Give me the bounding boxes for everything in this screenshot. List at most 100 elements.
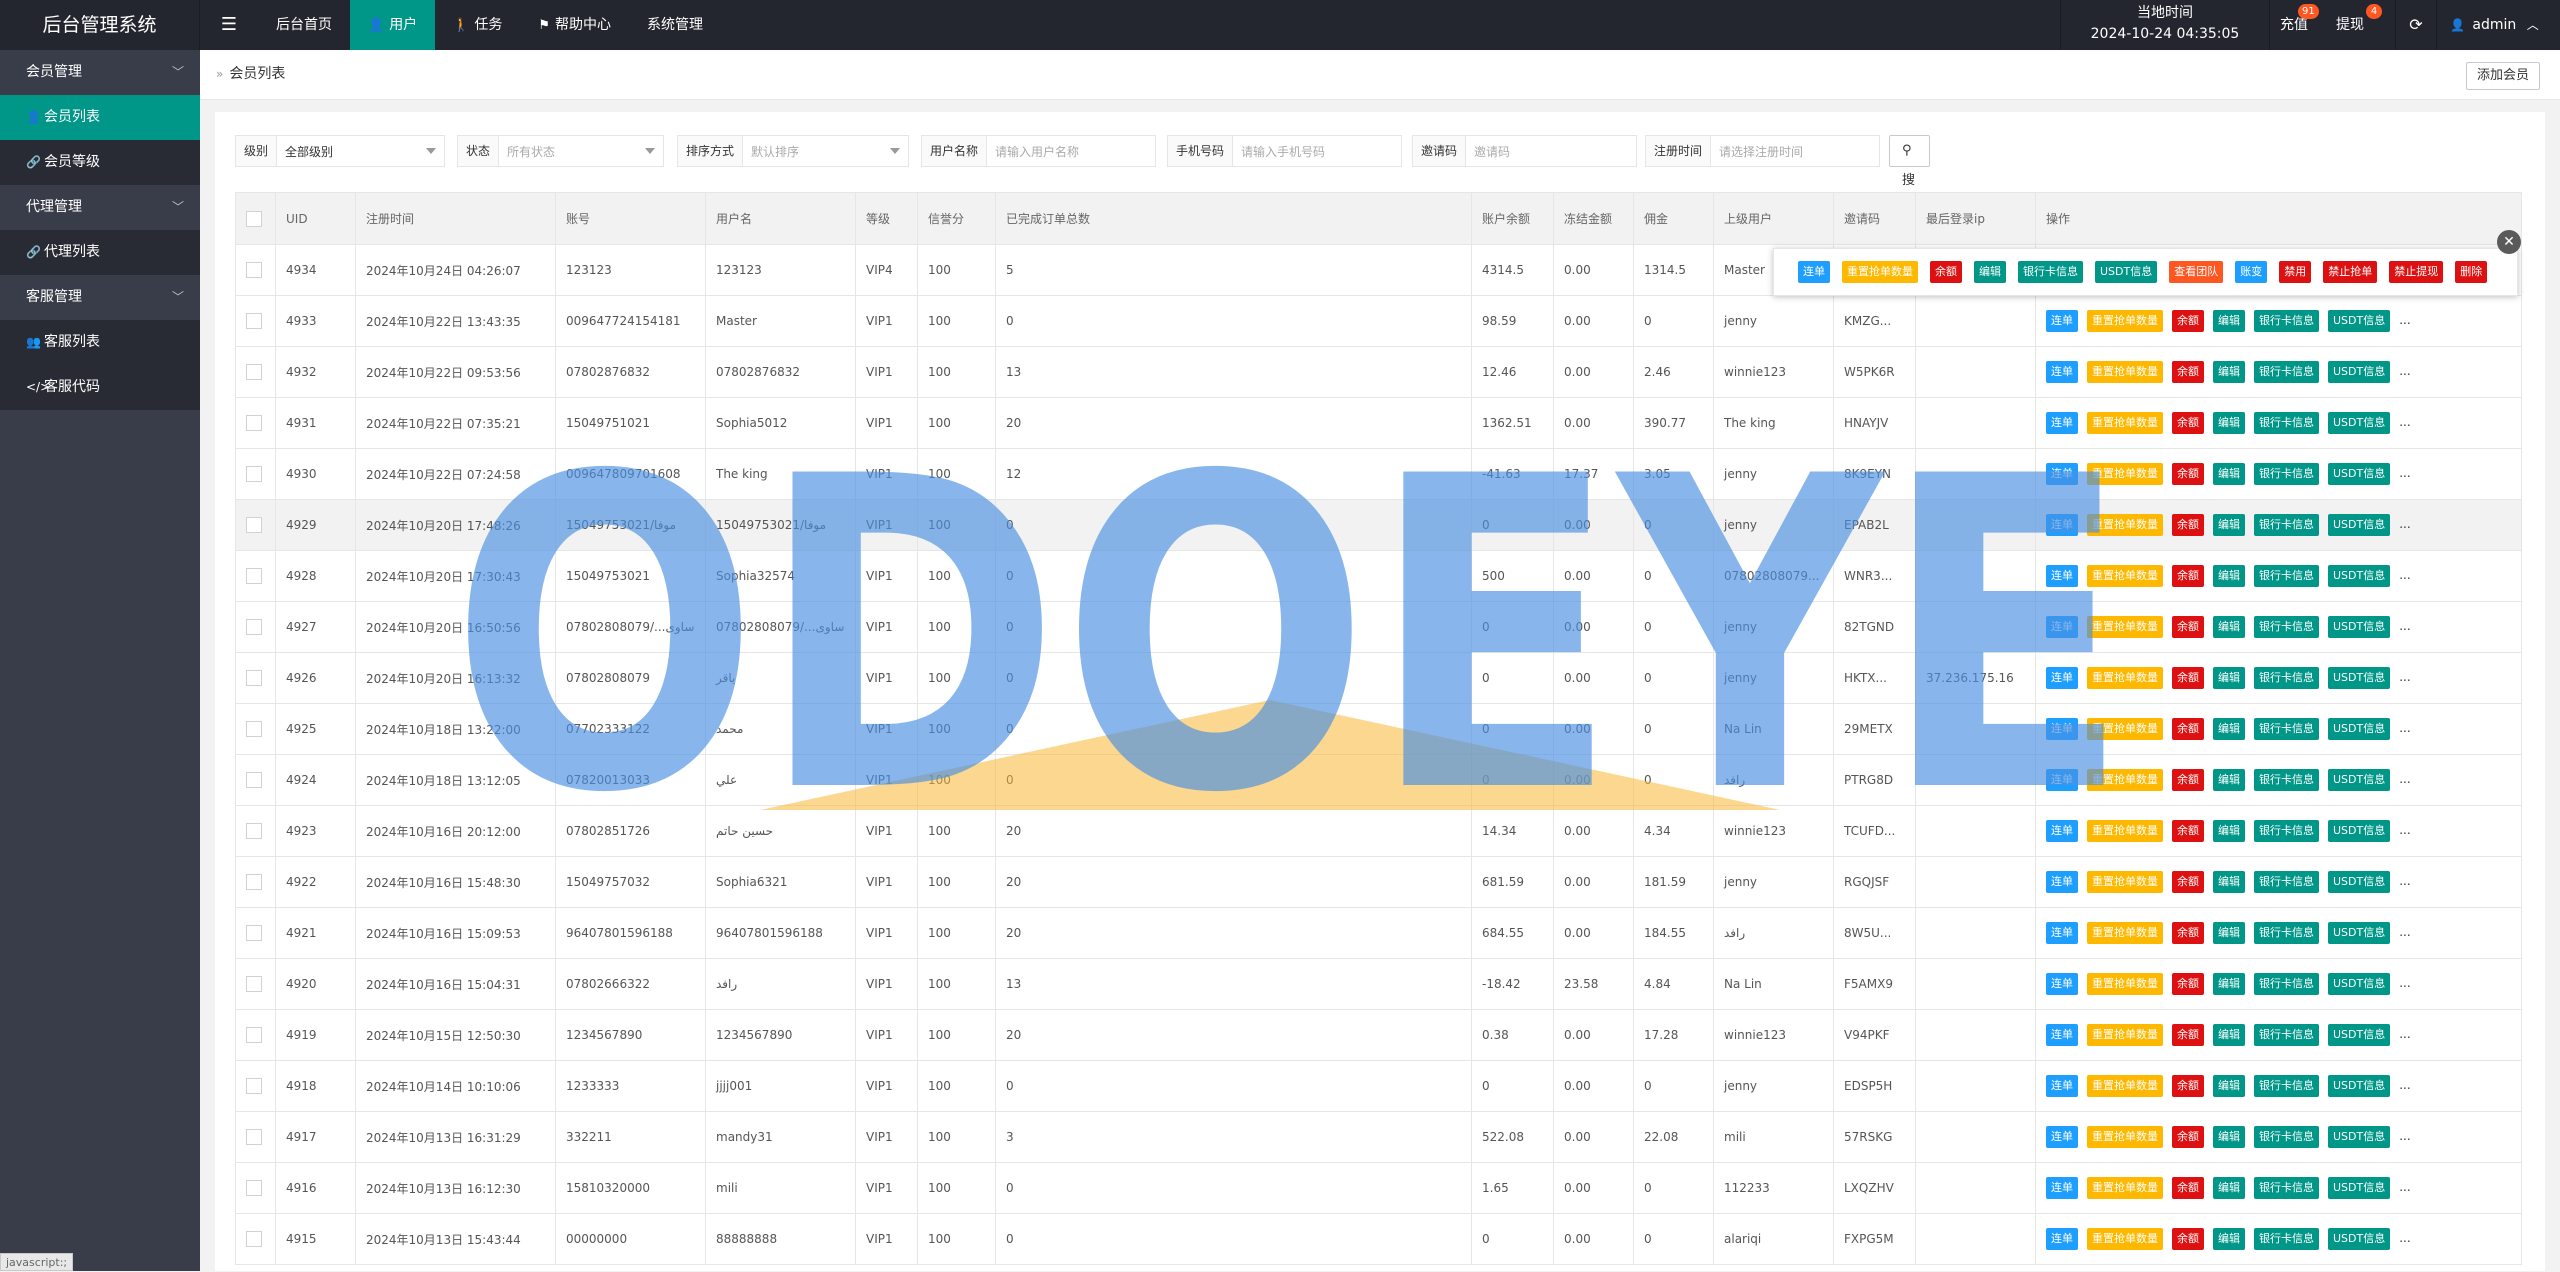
more-actions-button[interactable]: ... — [2399, 364, 2410, 378]
action-button[interactable]: 连单 — [2046, 922, 2078, 944]
more-actions-button[interactable]: ... — [2399, 1231, 2410, 1245]
action-button[interactable]: 编辑 — [2213, 361, 2245, 383]
action-button[interactable]: 余额 — [2172, 1126, 2204, 1148]
topnav-item[interactable]: 后台首页 — [258, 0, 350, 50]
popup-action-button[interactable]: 禁止提现 — [2389, 261, 2443, 283]
action-button[interactable]: USDT信息 — [2328, 412, 2390, 434]
action-button[interactable]: 编辑 — [2213, 1177, 2245, 1199]
action-button[interactable]: 银行卡信息 — [2254, 718, 2319, 740]
popup-action-button[interactable]: 禁用 — [2279, 261, 2311, 283]
action-button[interactable]: 余额 — [2172, 718, 2204, 740]
action-button[interactable]: 余额 — [2172, 616, 2204, 638]
action-button[interactable]: 余额 — [2172, 463, 2204, 485]
popup-action-button[interactable]: 删除 — [2455, 261, 2487, 283]
action-button[interactable]: 连单 — [2046, 616, 2078, 638]
sidebar-item[interactable]: 👤会员列表 — [0, 95, 200, 140]
action-button[interactable]: 银行卡信息 — [2254, 1075, 2319, 1097]
more-actions-button[interactable]: ... — [2399, 568, 2410, 582]
action-button[interactable]: 银行卡信息 — [2254, 973, 2319, 995]
more-actions-button[interactable]: ... — [2399, 619, 2410, 633]
action-button[interactable]: 编辑 — [2213, 514, 2245, 536]
action-button[interactable]: 余额 — [2172, 412, 2204, 434]
topnav-item[interactable]: 👤用户 — [350, 0, 435, 50]
action-button[interactable]: 连单 — [2046, 718, 2078, 740]
action-button[interactable]: 银行卡信息 — [2254, 922, 2319, 944]
action-button[interactable]: 银行卡信息 — [2254, 412, 2319, 434]
popup-action-button[interactable]: 重置抢单数量 — [1842, 261, 1918, 283]
action-button[interactable]: USDT信息 — [2328, 361, 2390, 383]
row-checkbox[interactable] — [246, 823, 262, 839]
row-checkbox[interactable] — [246, 772, 262, 788]
refresh-icon[interactable]: ⟳ — [2396, 0, 2436, 50]
register-time-input[interactable]: 请选择注册时间 — [1711, 143, 1879, 160]
action-button[interactable]: 重置抢单数量 — [2087, 565, 2163, 587]
action-button[interactable]: 连单 — [2046, 565, 2078, 587]
action-button[interactable]: 连单 — [2046, 1228, 2078, 1250]
action-button[interactable]: USDT信息 — [2328, 514, 2390, 536]
action-button[interactable]: USDT信息 — [2328, 922, 2390, 944]
action-button[interactable]: 编辑 — [2213, 871, 2245, 893]
action-button[interactable]: 余额 — [2172, 1177, 2204, 1199]
action-button[interactable]: 重置抢单数量 — [2087, 514, 2163, 536]
action-button[interactable]: 连单 — [2046, 1075, 2078, 1097]
row-checkbox[interactable] — [246, 1027, 262, 1043]
more-actions-button[interactable]: ... — [2399, 517, 2410, 531]
more-actions-button[interactable]: ... — [2399, 670, 2410, 684]
action-button[interactable]: 银行卡信息 — [2254, 514, 2319, 536]
row-checkbox[interactable] — [246, 466, 262, 482]
action-button[interactable]: 重置抢单数量 — [2087, 1075, 2163, 1097]
more-actions-button[interactable]: ... — [2399, 925, 2410, 939]
action-button[interactable]: USDT信息 — [2328, 616, 2390, 638]
row-checkbox[interactable] — [246, 364, 262, 380]
action-button[interactable]: 连单 — [2046, 463, 2078, 485]
action-button[interactable]: 连单 — [2046, 514, 2078, 536]
action-button[interactable]: USDT信息 — [2328, 1075, 2390, 1097]
more-actions-button[interactable]: ... — [2399, 1129, 2410, 1143]
row-checkbox[interactable] — [246, 976, 262, 992]
more-actions-button[interactable]: ... — [2399, 1078, 2410, 1092]
action-button[interactable]: 余额 — [2172, 769, 2204, 791]
action-button[interactable]: 余额 — [2172, 1228, 2204, 1250]
action-button[interactable]: 银行卡信息 — [2254, 361, 2319, 383]
sidebar-item[interactable]: 🔗代理列表 — [0, 230, 200, 275]
action-button[interactable]: 重置抢单数量 — [2087, 1126, 2163, 1148]
row-checkbox[interactable] — [246, 313, 262, 329]
action-button[interactable]: 银行卡信息 — [2254, 463, 2319, 485]
action-button[interactable]: 编辑 — [2213, 1126, 2245, 1148]
more-actions-button[interactable]: ... — [2399, 772, 2410, 786]
action-button[interactable]: 编辑 — [2213, 310, 2245, 332]
username-input[interactable]: 请输入用户名称 — [987, 143, 1155, 160]
action-button[interactable]: 编辑 — [2213, 565, 2245, 587]
action-button[interactable]: USDT信息 — [2328, 1177, 2390, 1199]
more-actions-button[interactable]: ... — [2399, 874, 2410, 888]
action-button[interactable]: USDT信息 — [2328, 565, 2390, 587]
action-button[interactable]: 连单 — [2046, 310, 2078, 332]
popup-action-button[interactable]: 银行卡信息 — [2018, 261, 2083, 283]
status-select[interactable]: 状态 所有状态 — [457, 135, 664, 167]
popup-action-button[interactable]: USDT信息 — [2095, 261, 2157, 283]
action-button[interactable]: 余额 — [2172, 1075, 2204, 1097]
action-button[interactable]: 重置抢单数量 — [2087, 1177, 2163, 1199]
more-actions-button[interactable]: ... — [2399, 466, 2410, 480]
topnav-item[interactable]: ⚑帮助中心 — [520, 0, 629, 50]
action-button[interactable]: USDT信息 — [2328, 871, 2390, 893]
action-button[interactable]: USDT信息 — [2328, 820, 2390, 842]
sidebar-item[interactable]: 🔗会员等级 — [0, 140, 200, 185]
action-button[interactable]: 重置抢单数量 — [2087, 412, 2163, 434]
action-button[interactable]: 编辑 — [2213, 820, 2245, 842]
popup-action-button[interactable]: 余额 — [1930, 261, 1962, 283]
action-button[interactable]: 连单 — [2046, 361, 2078, 383]
action-button[interactable]: 连单 — [2046, 1126, 2078, 1148]
popup-action-button[interactable]: 禁止抢单 — [2323, 261, 2377, 283]
sidebar-item[interactable]: </>客服代码 — [0, 365, 200, 410]
row-checkbox[interactable] — [246, 619, 262, 635]
action-button[interactable]: 银行卡信息 — [2254, 820, 2319, 842]
username-field[interactable]: 用户名称 请输入用户名称 — [921, 135, 1156, 167]
action-button[interactable]: 连单 — [2046, 973, 2078, 995]
sidebar-group[interactable]: 会员管理﹀ — [0, 50, 200, 95]
action-button[interactable]: 银行卡信息 — [2254, 871, 2319, 893]
add-member-button[interactable]: 添加会员 — [2466, 62, 2540, 90]
action-button[interactable]: USDT信息 — [2328, 463, 2390, 485]
action-button[interactable]: 重置抢单数量 — [2087, 667, 2163, 689]
hamburger-icon[interactable]: ☰ — [205, 0, 253, 50]
